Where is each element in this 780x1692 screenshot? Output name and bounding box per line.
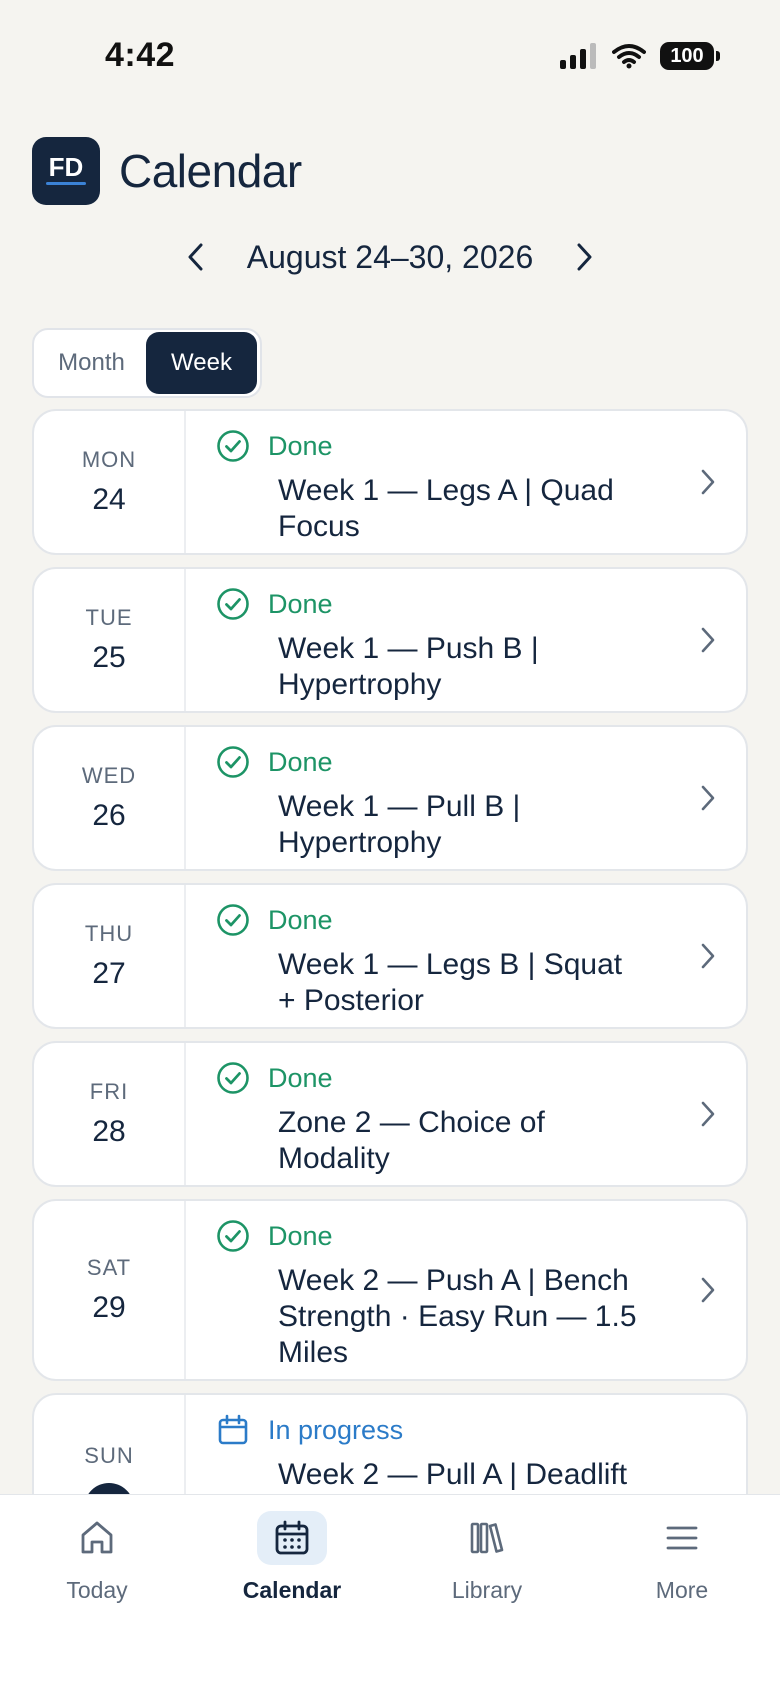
home-icon (62, 1511, 132, 1565)
library-icon (452, 1511, 522, 1565)
day-card-thu[interactable]: THU 27 Done Week 1 — Legs B | Squat + Po… (32, 883, 748, 1029)
status-icons: 100 (560, 42, 720, 70)
workout-title: Week 1 — Pull B | Hypertrophy (278, 790, 521, 859)
previous-week-button[interactable] (171, 232, 221, 282)
week-day-list: MON 24 Done Week 1 — Legs A | Quad Focus… (32, 409, 748, 1565)
wifi-icon (612, 44, 646, 69)
day-of-week: FRI (89, 1079, 129, 1104)
workout-title: Week 2 — Push A | Bench Strength · Easy … (278, 1264, 637, 1369)
status-label: Done (268, 588, 333, 619)
workout-title: Zone 2 — Choice of Modality (278, 1106, 545, 1175)
chevron-right-icon (701, 1277, 715, 1303)
day-card-fri[interactable]: FRI 28 Done Zone 2 — Choice of Modality (32, 1041, 748, 1187)
day-card-body: Done Week 1 — Legs B | Squat + Posterior (186, 885, 746, 1027)
chevron-right-icon (701, 1101, 715, 1127)
status-row: Done (216, 1219, 746, 1253)
chevron-right-icon (701, 943, 715, 969)
day-column: SAT 29 (34, 1201, 186, 1379)
battery-icon: 100 (660, 42, 720, 70)
day-number: 29 (92, 1291, 126, 1324)
day-card-mon[interactable]: MON 24 Done Week 1 — Legs A | Quad Focus (32, 409, 748, 555)
app-logo-text: FD (48, 151, 84, 182)
cellular-signal-icon (560, 43, 596, 69)
day-card-body: Done Week 2 — Push A | Bench Strength · … (186, 1201, 746, 1379)
day-card-body: Done Week 1 — Legs A | Quad Focus (186, 411, 746, 553)
status-row: Done (216, 903, 746, 937)
day-card-sat[interactable]: SAT 29 Done Week 2 — Push A | Bench Stre… (32, 1199, 748, 1381)
tab-label: Calendar (242, 1577, 342, 1603)
next-week-button[interactable] (559, 232, 609, 282)
status-row: In progress (216, 1413, 746, 1447)
tab-today[interactable]: Today (32, 1511, 162, 1604)
status-label: Done (268, 430, 333, 461)
chevron-right-icon (701, 469, 715, 495)
status-row: Done (216, 745, 746, 779)
status-label: Done (268, 1062, 333, 1093)
status-label: Done (268, 1220, 333, 1251)
day-number: 25 (92, 641, 126, 674)
day-card-body: Done Zone 2 — Choice of Modality (186, 1043, 746, 1185)
day-number: 26 (92, 799, 126, 832)
day-of-week: MON (81, 447, 137, 472)
status-label: Done (268, 746, 333, 777)
check-circle-icon (217, 1220, 249, 1252)
status-bar: 4:42 100 (0, 0, 780, 116)
chevron-right-icon (701, 627, 715, 653)
day-column: MON 24 (34, 411, 186, 553)
workout-title: Week 2 — Pull A | Deadlift (278, 1458, 628, 1491)
battery-level: 100 (670, 44, 704, 67)
workout-title: Week 1 — Legs A | Quad Focus (278, 474, 614, 543)
day-of-week: SUN (84, 1443, 134, 1468)
check-circle-icon (217, 588, 249, 620)
workout-title: Week 1 — Legs B | Squat + Posterior (278, 948, 623, 1017)
day-of-week: THU (84, 921, 134, 946)
day-number: 27 (92, 957, 126, 990)
app-logo: FD (32, 137, 100, 205)
view-toggle: Month Week (32, 328, 262, 398)
day-of-week: TUE (85, 605, 133, 630)
tab-label: More (655, 1577, 709, 1603)
month-view-button[interactable]: Month (37, 332, 146, 394)
check-circle-icon (217, 1062, 249, 1094)
day-number: 24 (92, 483, 126, 516)
tab-calendar[interactable]: Calendar (227, 1511, 357, 1604)
page-title: Calendar (119, 145, 302, 197)
status-time: 4:42 (105, 36, 176, 74)
chevron-left-icon (188, 243, 203, 271)
day-of-week: SAT (86, 1255, 132, 1280)
menu-icon (647, 1511, 717, 1565)
day-card-body: Done Week 1 — Push B | Hypertrophy (186, 569, 746, 711)
day-column: TUE 25 (34, 569, 186, 711)
calendar-icon (218, 1414, 248, 1445)
tab-library[interactable]: Library (422, 1511, 552, 1604)
tab-label: Today (66, 1577, 128, 1603)
status-row: Done (216, 429, 746, 463)
day-card-tue[interactable]: TUE 25 Done Week 1 — Push B | Hypertroph… (32, 567, 748, 713)
check-circle-icon (217, 904, 249, 936)
status-row: Done (216, 587, 746, 621)
day-of-week: WED (81, 763, 137, 788)
check-circle-icon (217, 746, 249, 778)
check-circle-icon (217, 430, 249, 462)
day-column: THU 27 (34, 885, 186, 1027)
day-column: FRI 28 (34, 1043, 186, 1185)
tab-label: Library (451, 1577, 523, 1603)
workout-title: Week 1 — Push B | Hypertrophy (278, 632, 539, 701)
day-card-wed[interactable]: WED 26 Done Week 1 — Pull B | Hypertroph… (32, 725, 748, 871)
status-label: In progress (268, 1414, 404, 1445)
day-card-body: Done Week 1 — Pull B | Hypertrophy (186, 727, 746, 869)
page-header: FD Calendar (32, 137, 302, 205)
day-column: WED 26 (34, 727, 186, 869)
chevron-right-icon (577, 243, 592, 271)
week-view-button[interactable]: Week (146, 332, 257, 394)
bottom-tab-bar: Today Calendar Library More (0, 1494, 780, 1692)
status-label: Done (268, 904, 333, 935)
day-number: 28 (92, 1115, 126, 1148)
week-navigation: August 24–30, 2026 (0, 232, 780, 282)
week-range-label: August 24–30, 2026 (246, 238, 534, 275)
status-row: Done (216, 1061, 746, 1095)
calendar-icon (257, 1511, 327, 1565)
chevron-right-icon (701, 785, 715, 811)
tab-more[interactable]: More (617, 1511, 747, 1604)
